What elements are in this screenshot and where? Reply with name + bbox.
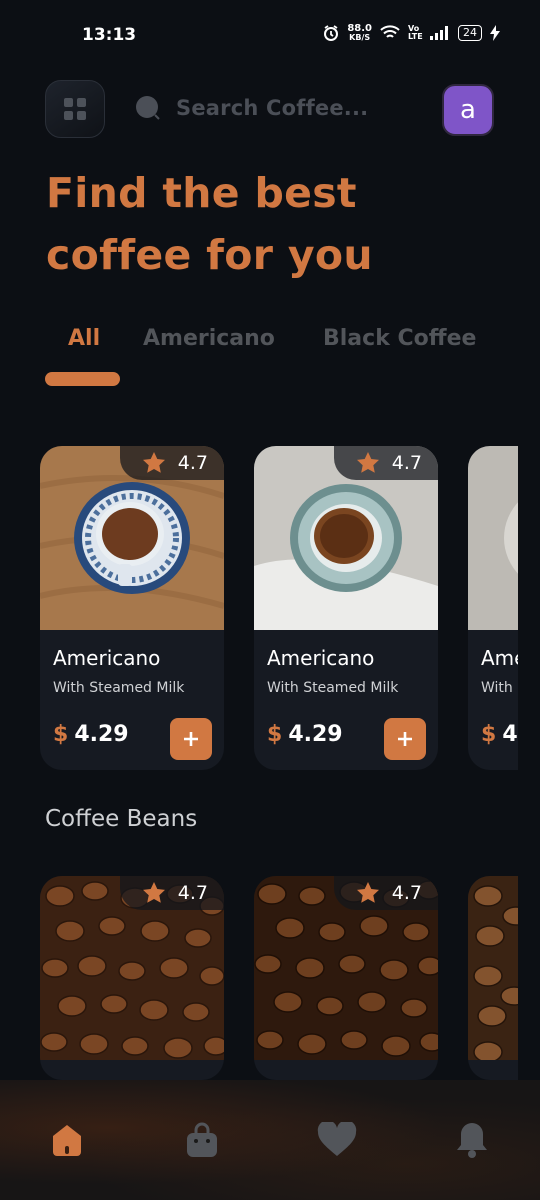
beans-card[interactable]: 4.7 (40, 876, 224, 1080)
network-speed-value: 88.0 (347, 23, 372, 34)
avatar[interactable]: a (442, 84, 494, 136)
add-to-cart-button[interactable] (170, 718, 212, 760)
category-tabs: All Americano Black Coffee (0, 326, 540, 396)
plus-icon (398, 732, 412, 746)
wifi-icon (380, 25, 400, 38)
section-title-coffee-beans: Coffee Beans (45, 806, 198, 832)
nav-cart[interactable] (182, 1120, 222, 1160)
search-icon (136, 96, 160, 120)
tab-black-coffee[interactable]: Black Coffee (323, 326, 476, 351)
nav-favorites[interactable] (317, 1120, 357, 1160)
volte-label: Vo LTE (408, 24, 423, 41)
coffee-image (468, 446, 518, 630)
star-icon (142, 882, 165, 903)
rating-badge: 4.7 (333, 876, 438, 910)
active-tab-indicator (45, 372, 120, 386)
bag-icon (187, 1122, 217, 1157)
page-title-line-1: Find the best (46, 169, 357, 217)
home-icon (53, 1125, 81, 1156)
coffee-price: $4.29 (267, 722, 343, 747)
rating-value: 4.7 (177, 882, 208, 904)
beans-card[interactable]: 4.7 (254, 876, 438, 1080)
tab-americano[interactable]: Americano (143, 326, 275, 351)
alarm-icon (324, 25, 339, 41)
price-value: 4.29 (502, 722, 518, 747)
coffee-name: Americano (481, 646, 518, 670)
rating-badge: 4.7 (333, 446, 438, 480)
coffee-subtitle: With Steamed Milk (267, 680, 399, 696)
rating-value: 4.7 (391, 452, 422, 474)
status-bar: 13:13 88.0 KB/S Vo LTE 24 (0, 0, 540, 72)
status-time: 13:13 (82, 25, 137, 45)
rating-badge: 4.7 (119, 446, 224, 480)
price-value: 4.29 (288, 722, 343, 747)
status-icons: 88.0 KB/S Vo LTE 24 (323, 24, 500, 42)
nav-notifications[interactable] (452, 1120, 492, 1160)
search-input[interactable]: Search Coffee... (176, 96, 368, 120)
beans-card[interactable] (468, 876, 518, 1080)
rating-value: 4.7 (391, 882, 422, 904)
tab-all[interactable]: All (68, 326, 100, 351)
coffee-name: Americano (53, 646, 161, 670)
charging-icon (490, 25, 500, 41)
rating-badge: 4.7 (119, 876, 224, 910)
star-icon (356, 452, 379, 473)
coffee-name: Americano (267, 646, 375, 670)
beans-image (468, 876, 518, 1060)
rating-value: 4.7 (177, 452, 208, 474)
signal-icon (430, 26, 448, 40)
network-speed-unit: KB/S (349, 33, 371, 42)
currency-symbol: $ (53, 722, 69, 747)
currency-symbol: $ (267, 722, 283, 747)
grid-icon (64, 98, 86, 120)
menu-button[interactable] (45, 80, 105, 138)
coffee-price: $4.29 (53, 722, 129, 747)
plus-icon (184, 732, 198, 746)
currency-symbol: $ (481, 722, 497, 747)
page-title: Find the best coffee for you (46, 162, 486, 286)
star-icon (356, 882, 379, 903)
page-title-line-2: coffee for you (46, 231, 373, 279)
coffee-subtitle: With Steamed Milk (481, 680, 518, 696)
heart-icon (317, 1122, 357, 1156)
battery-level: 24 (458, 25, 482, 41)
coffee-subtitle: With Steamed Milk (53, 680, 185, 696)
bell-icon (457, 1123, 487, 1158)
network-speed: 88.0 KB/S (347, 23, 372, 43)
price-value: 4.29 (74, 722, 129, 747)
add-to-cart-button[interactable] (384, 718, 426, 760)
star-icon (142, 452, 165, 473)
coffee-card[interactable]: 4.7 Americano With Steamed Milk $4.29 (254, 446, 438, 770)
coffee-card[interactable]: 4.7 Americano With Steamed Milk $4.29 (40, 446, 224, 770)
coffee-price: $4.29 (481, 722, 518, 747)
bottom-navigation (0, 1080, 540, 1200)
coffee-card[interactable]: Americano With Steamed Milk $4.29 (468, 446, 518, 770)
coffee-list: 4.7 Americano With Steamed Milk $4.29 4.… (40, 446, 518, 772)
nav-home[interactable] (47, 1120, 87, 1160)
beans-list: 4.7 4.7 (40, 876, 518, 1080)
search-bar[interactable]: Search Coffee... (134, 88, 424, 128)
